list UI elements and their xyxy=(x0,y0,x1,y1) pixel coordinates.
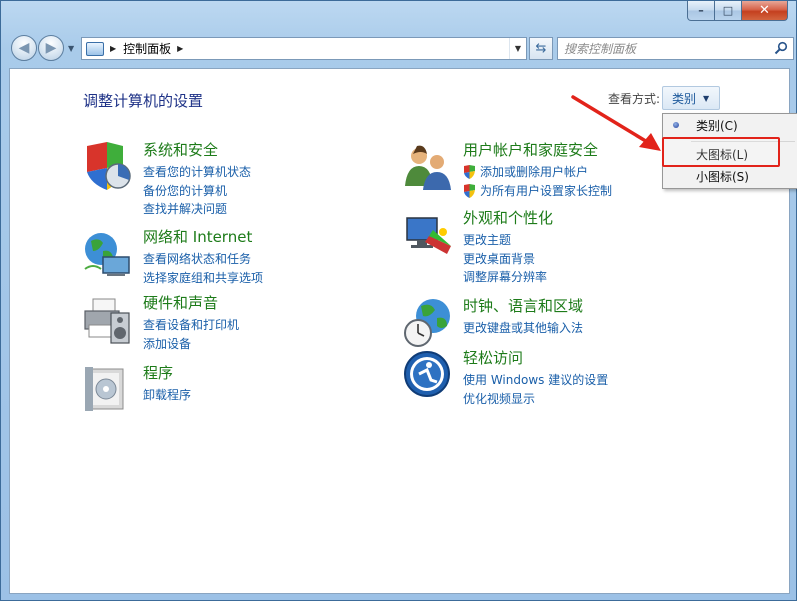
link-add-device[interactable]: 添加设备 xyxy=(143,335,239,354)
menu-item-small-icons[interactable]: 小图标(S) xyxy=(663,165,797,187)
refresh-button[interactable]: ⇆ xyxy=(529,37,553,60)
minimize-button[interactable]: – xyxy=(687,1,715,21)
category-title[interactable]: 时钟、语言和区域 xyxy=(463,295,583,316)
breadcrumb-chevron-icon[interactable]: ▶ xyxy=(177,44,183,53)
annotation-highlight-box xyxy=(662,137,780,167)
maximize-button[interactable]: □ xyxy=(715,1,742,21)
printer-speaker-icon[interactable] xyxy=(83,295,133,345)
search-icon[interactable] xyxy=(774,41,788,55)
selected-radio-bullet-icon xyxy=(673,122,679,128)
programs-icon[interactable] xyxy=(83,365,133,415)
breadcrumb-item-control-panel[interactable]: 控制面板 xyxy=(123,40,171,57)
appearance-monitor-icon[interactable] xyxy=(403,210,453,260)
category-title[interactable]: 网络和 Internet xyxy=(143,226,252,247)
network-globe-icon[interactable] xyxy=(83,229,133,279)
close-button[interactable]: ✕ xyxy=(742,1,788,21)
link-view-computer-status[interactable]: 查看您的计算机状态 xyxy=(143,163,251,182)
link-add-remove-accounts[interactable]: 添加或删除用户帐户 xyxy=(480,163,588,182)
uac-shield-icon xyxy=(464,165,475,180)
link-change-keyboard-input[interactable]: 更改键盘或其他输入法 xyxy=(463,319,583,338)
link-adjust-resolution[interactable]: 调整屏幕分辨率 xyxy=(463,268,547,287)
address-dropdown-icon[interactable]: ▼ xyxy=(509,38,526,59)
navigation-bar: ◀ ▶ ▼ ▶ 控制面板 ▶ ▼ ⇆ xyxy=(11,34,794,62)
back-arrow-icon: ◀ xyxy=(18,40,30,56)
refresh-icon: ⇆ xyxy=(535,41,547,56)
link-parental-controls[interactable]: 为所有用户设置家长控制 xyxy=(480,182,612,201)
breadcrumb-chevron-icon[interactable]: ▶ xyxy=(110,44,116,53)
forward-arrow-icon: ▶ xyxy=(45,40,57,56)
back-button[interactable]: ◀ xyxy=(11,35,37,61)
category-title[interactable]: 外观和个性化 xyxy=(463,207,553,228)
address-bar[interactable]: ▶ 控制面板 ▶ ▼ xyxy=(81,37,527,60)
link-add-remove-accounts-row[interactable]: 添加或删除用户帐户 xyxy=(463,163,612,182)
view-by-value: 类别 xyxy=(672,91,697,106)
link-devices-printers[interactable]: 查看设备和打印机 xyxy=(143,316,239,335)
category-title[interactable]: 程序 xyxy=(143,362,173,383)
window-frame: – □ ✕ ◀ ▶ ▼ ▶ 控制面板 ▶ ▼ ⇆ 调整计算 xyxy=(0,0,797,601)
link-change-desktop-background[interactable]: 更改桌面背景 xyxy=(463,250,547,269)
menu-item-category[interactable]: 类别(C) xyxy=(663,114,797,136)
ease-of-access-icon[interactable] xyxy=(403,350,453,400)
clock-globe-icon[interactable] xyxy=(403,298,453,348)
link-network-status[interactable]: 查看网络状态和任务 xyxy=(143,250,263,269)
search-box[interactable] xyxy=(557,37,794,60)
page-title: 调整计算机的设置 xyxy=(83,92,204,110)
uac-shield-icon xyxy=(464,183,475,198)
category-title[interactable]: 轻松访问 xyxy=(463,347,523,368)
caption-buttons: – □ ✕ xyxy=(687,1,788,21)
category-title[interactable]: 硬件和声音 xyxy=(143,292,218,313)
annotation-arrow xyxy=(571,95,661,151)
chevron-down-icon: ▼ xyxy=(703,93,710,103)
link-uninstall-program[interactable]: 卸载程序 xyxy=(143,386,191,405)
forward-button[interactable]: ▶ xyxy=(38,35,64,61)
link-backup-computer[interactable]: 备份您的计算机 xyxy=(143,182,251,201)
link-parental-controls-row[interactable]: 为所有用户设置家长控制 xyxy=(463,182,612,201)
link-homegroup-sharing[interactable]: 选择家庭组和共享选项 xyxy=(143,269,263,288)
control-panel-icon xyxy=(86,41,104,56)
menu-item-label: 小图标(S) xyxy=(696,169,749,184)
link-change-theme[interactable]: 更改主题 xyxy=(463,231,547,250)
security-shield-icon[interactable] xyxy=(83,142,133,192)
search-input[interactable] xyxy=(564,39,774,58)
category-title[interactable]: 系统和安全 xyxy=(143,139,218,160)
recent-pages-dropdown-icon[interactable]: ▼ xyxy=(68,44,74,53)
users-icon[interactable] xyxy=(403,142,453,192)
link-optimize-video-display[interactable]: 优化视频显示 xyxy=(463,390,608,409)
link-windows-recommended-settings[interactable]: 使用 Windows 建议的设置 xyxy=(463,371,608,390)
link-troubleshoot[interactable]: 查找并解决问题 xyxy=(143,200,251,219)
menu-item-label: 类别(C) xyxy=(696,118,738,133)
